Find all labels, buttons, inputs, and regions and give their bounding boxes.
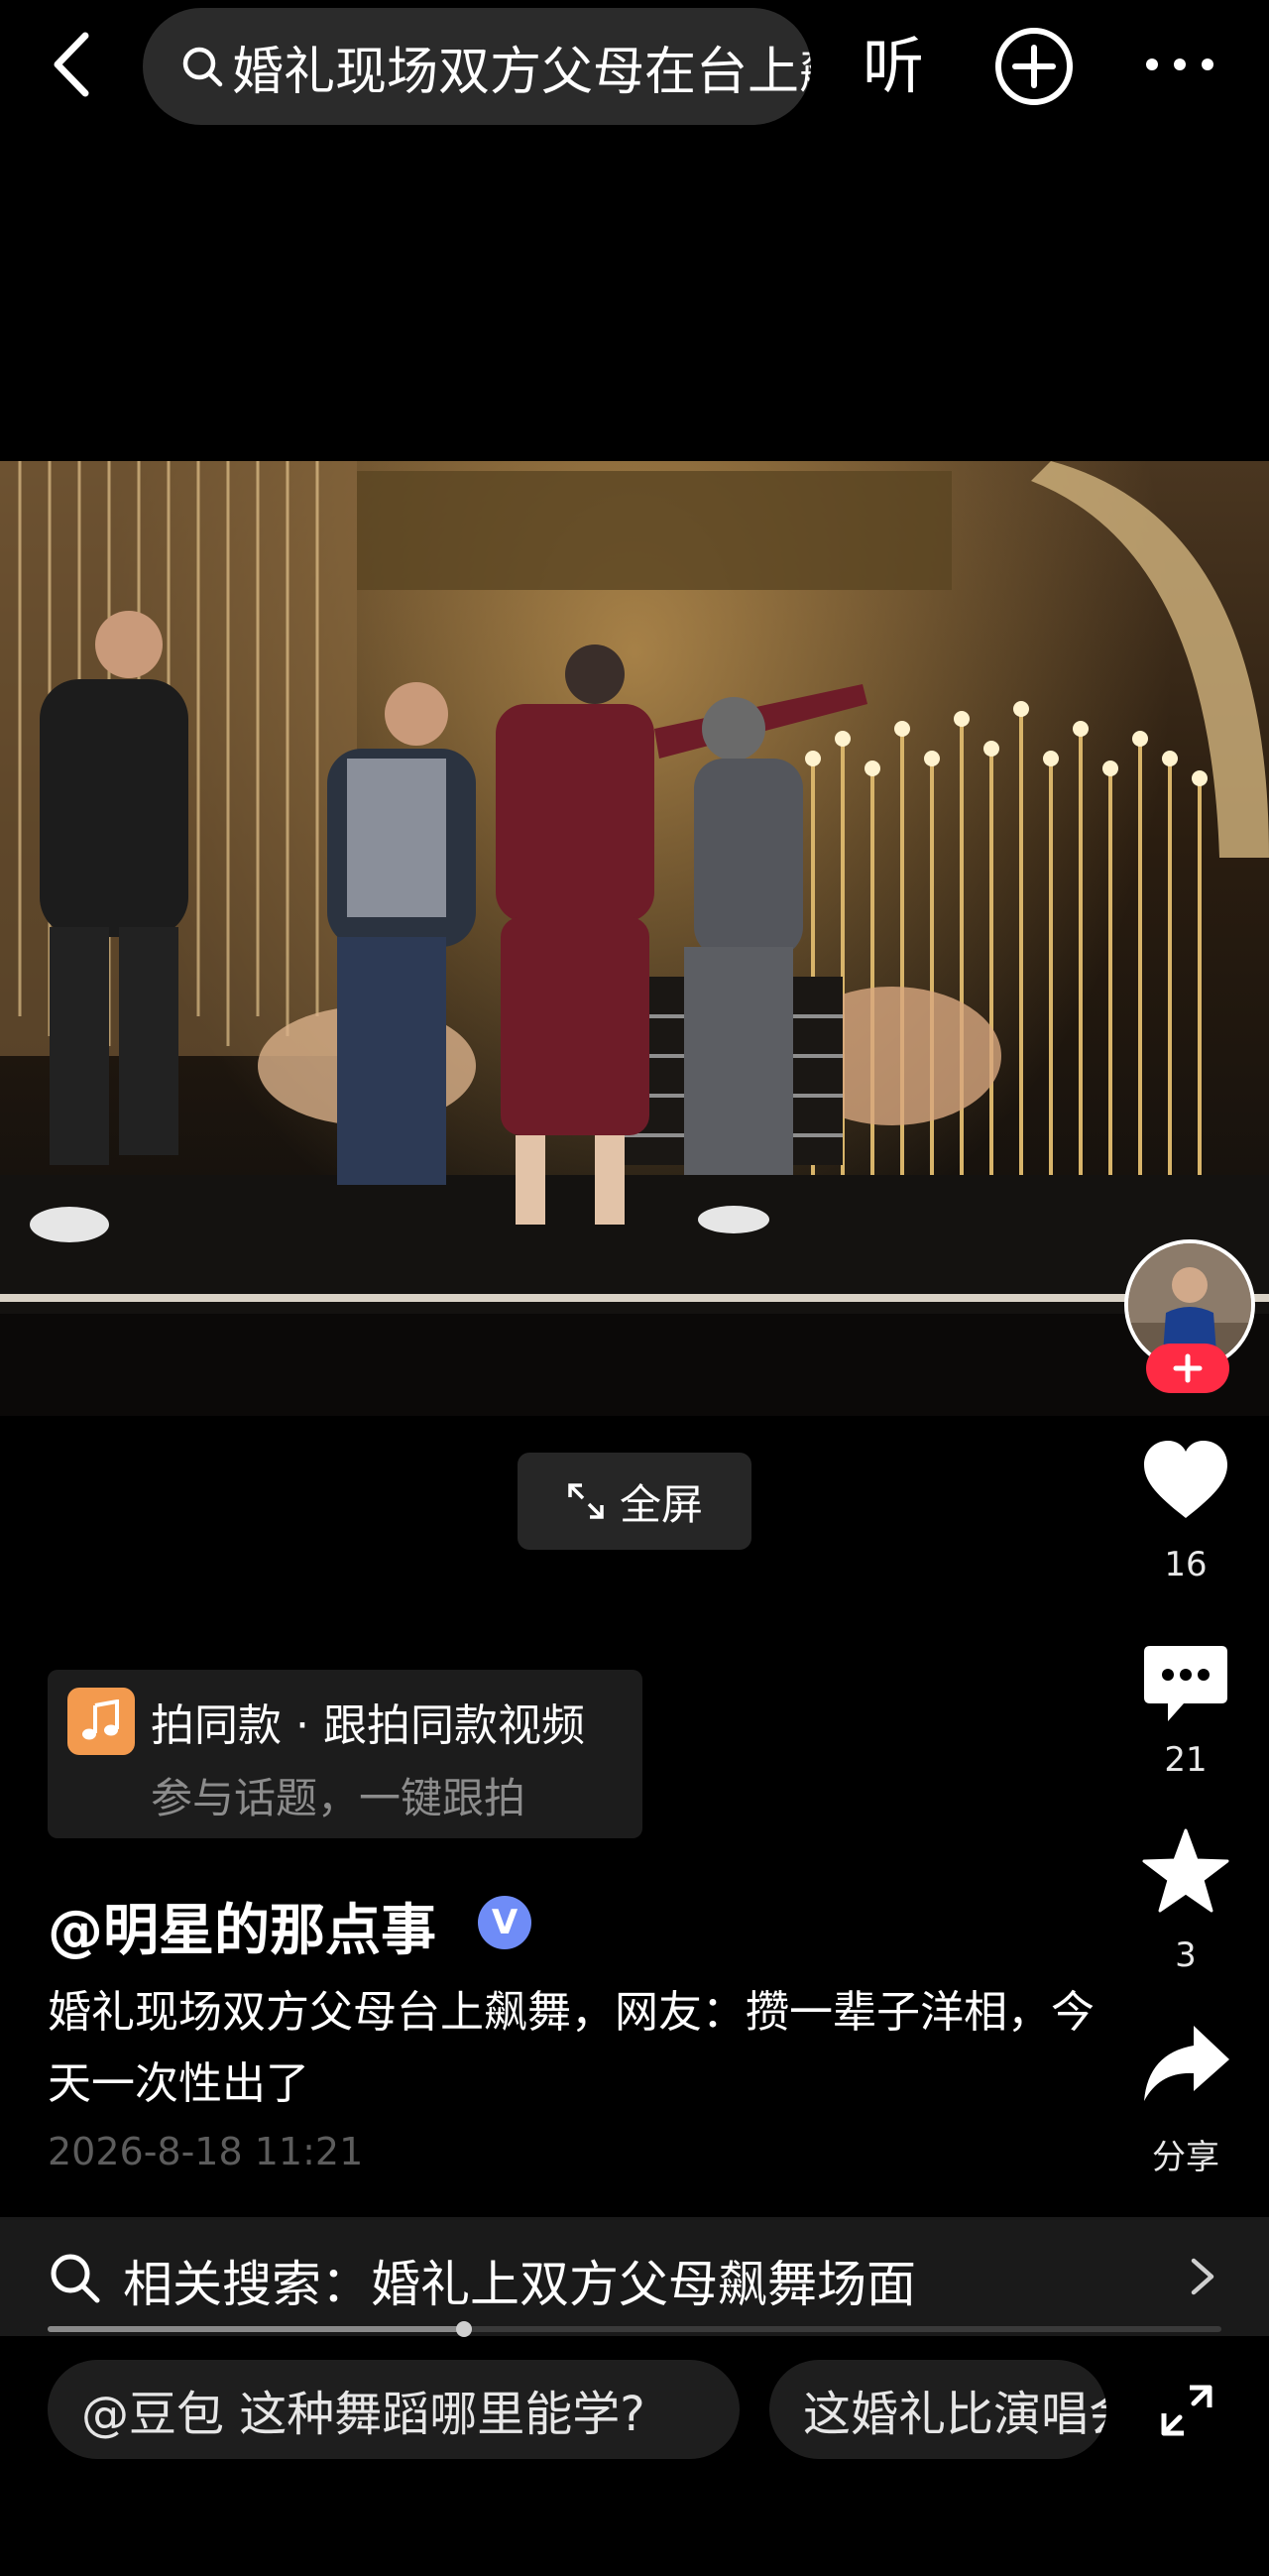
video-frame xyxy=(0,461,1269,1416)
same-style-card[interactable]: 拍同款 · 跟拍同款视频 参与话题，一键跟拍 xyxy=(48,1670,642,1838)
video-progress-handle[interactable] xyxy=(456,2321,472,2337)
fullscreen-button[interactable]: 全屏 xyxy=(518,1453,751,1550)
verified-badge: V xyxy=(478,1896,531,1949)
suggestion-chip[interactable]: @豆包 这种舞蹈哪里能学? xyxy=(48,2360,740,2459)
suggestion-chip-label: @豆包 这种舞蹈哪里能学? xyxy=(81,2387,645,2442)
comment-icon[interactable] xyxy=(1138,1636,1233,1731)
same-style-subtitle: 参与话题，一键跟拍 xyxy=(151,1774,526,1822)
share-icon[interactable] xyxy=(1138,2018,1233,2113)
comment-count: 21 xyxy=(1164,1740,1208,1780)
more-dots-icon[interactable] xyxy=(1140,40,1219,89)
listen-button[interactable]: 听 xyxy=(863,22,924,111)
like-count: 16 xyxy=(1164,1545,1208,1584)
search-icon xyxy=(182,47,223,87)
post-timestamp: 2026-8-18 11:21 xyxy=(48,2130,364,2173)
music-note-icon xyxy=(67,1688,135,1755)
search-box[interactable]: 婚礼现场双方父母在台上飙舞 xyxy=(143,8,811,125)
heart-icon[interactable] xyxy=(1138,1433,1233,1528)
same-style-title: 拍同款 · 跟拍同款视频 xyxy=(151,1700,585,1751)
star-icon[interactable] xyxy=(1138,1824,1233,1920)
search-query: 婚礼现场双方父母在台上飙舞 xyxy=(232,42,811,102)
fullscreen-label: 全屏 xyxy=(619,1479,703,1529)
expand-icon[interactable] xyxy=(1158,2382,1215,2439)
video-progress-fill xyxy=(48,2326,464,2332)
suggestion-chip[interactable]: 这婚礼比演唱会还热闹 xyxy=(769,2360,1106,2459)
plus-icon xyxy=(1173,1353,1203,1383)
follow-button[interactable] xyxy=(1146,1344,1229,1393)
expand-arrows-icon xyxy=(568,1483,604,1519)
chevron-right-icon xyxy=(1191,2258,1214,2295)
favorite-count: 3 xyxy=(1175,1935,1197,1975)
related-search-bar[interactable]: 相关搜索：婚礼上双方父母飙舞场面 xyxy=(0,2217,1269,2336)
back-arrow-icon[interactable] xyxy=(40,30,109,99)
suggestion-chip-label: 这婚礼比演唱会还热闹 xyxy=(803,2387,1106,2442)
related-search-text: 相关搜索：婚礼上双方父母飙舞场面 xyxy=(123,2256,916,2313)
video-player[interactable] xyxy=(0,461,1269,1416)
share-label[interactable]: 分享 xyxy=(1126,2130,1245,2178)
post-caption: 婚礼现场双方父母台上飙舞，网友：攒一辈子洋相，今天一次性出了 xyxy=(48,1987,1095,2109)
plus-circle-icon[interactable] xyxy=(993,26,1075,107)
author-name[interactable]: @明星的那点事 xyxy=(48,1886,436,1966)
search-icon xyxy=(51,2254,100,2303)
